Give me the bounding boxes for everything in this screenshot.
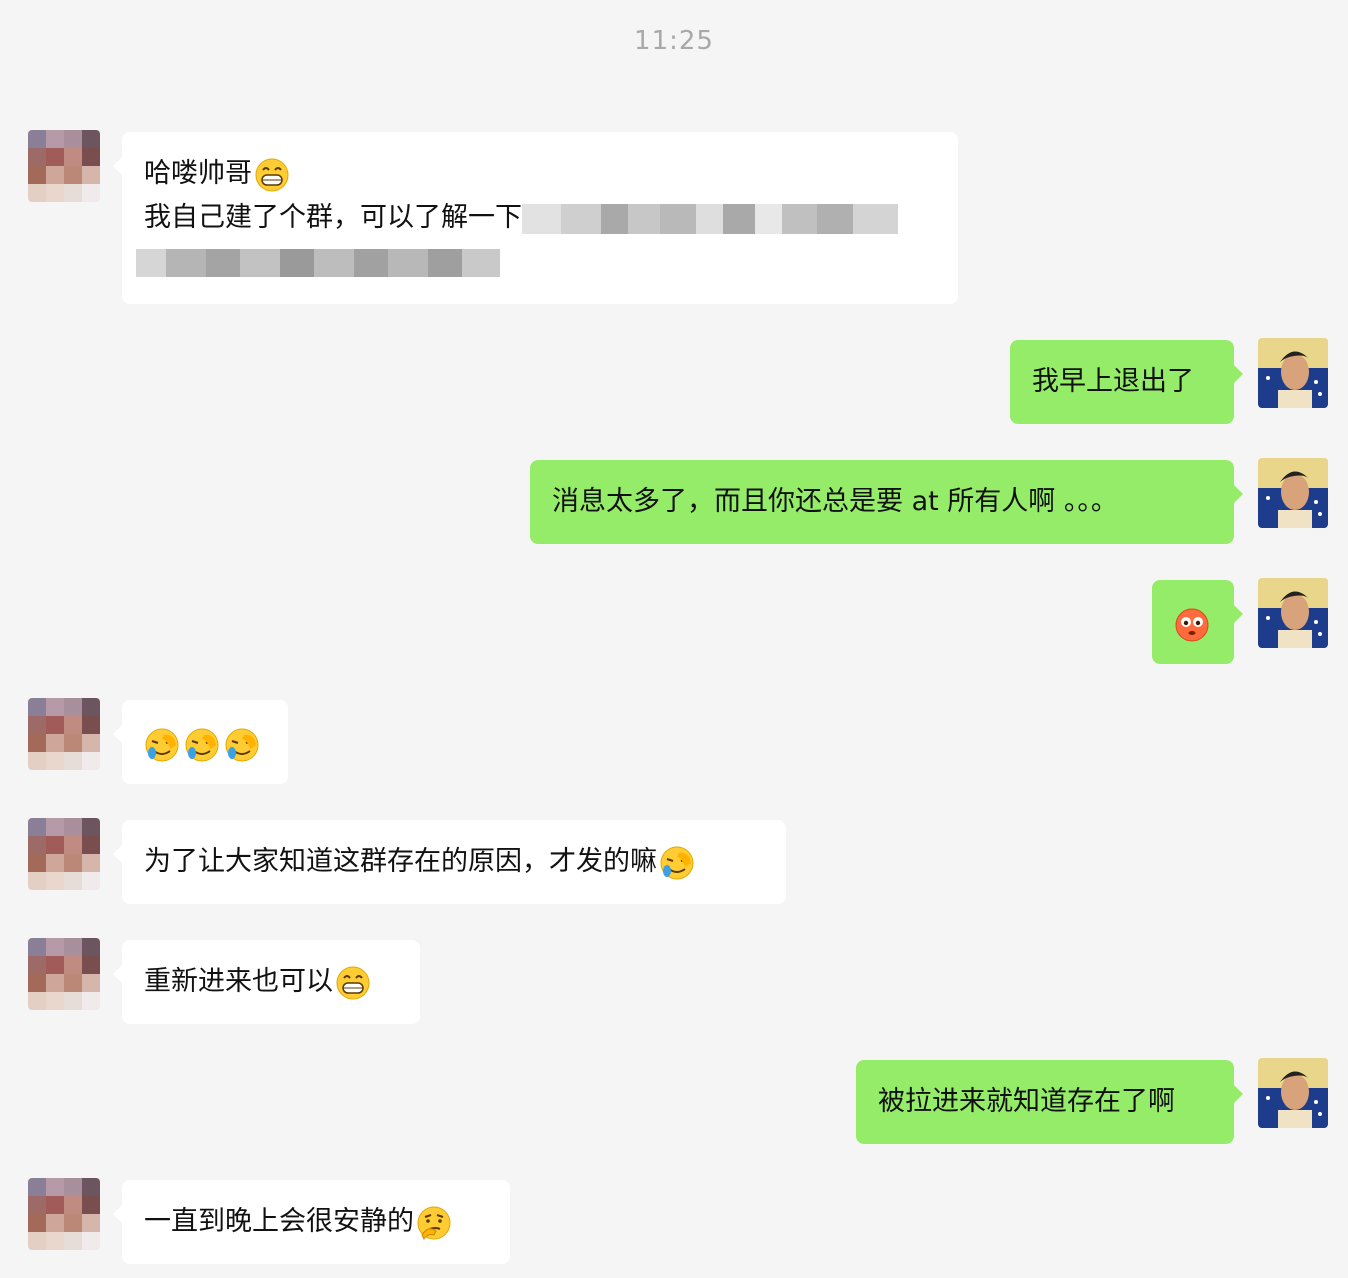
message-bubble[interactable] <box>1152 580 1243 664</box>
message-text: 一直到晚上会很安静的 <box>144 1206 414 1237</box>
my-avatar[interactable] <box>1258 1058 1328 1128</box>
message-text: 重新进来也可以 <box>144 966 333 997</box>
message-text: 我自己建了个群，可以了解一下 <box>144 202 522 233</box>
message-bubble[interactable]: 重新进来也可以 <box>113 940 420 1024</box>
message-bubble[interactable]: 哈喽帅哥 我自己建了个群，可以了解一下 <box>113 132 958 304</box>
facepalm-icon <box>224 727 260 763</box>
grin-icon <box>335 965 371 1001</box>
redacted-text <box>136 248 500 277</box>
contact-avatar[interactable] <box>28 818 100 890</box>
message-bubble[interactable] <box>113 700 288 784</box>
message-bubble[interactable]: 消息太多了，而且你还总是要 at 所有人啊 。。。 <box>530 460 1243 544</box>
message-bubble[interactable]: 为了让大家知道这群存在的原因，才发的嘛 <box>113 820 786 904</box>
message-text: 我早上退出了 <box>1032 366 1194 397</box>
contact-avatar[interactable] <box>28 130 100 202</box>
facepalm-icon <box>144 727 180 763</box>
facepalm-icon <box>184 727 220 763</box>
message-text: 为了让大家知道这群存在的原因，才发的嘛 <box>144 846 657 877</box>
message-text: 消息太多了，而且你还总是要 at 所有人啊 。。。 <box>552 486 1118 517</box>
message-bubble[interactable]: 被拉进来就知道存在了啊 <box>856 1060 1243 1144</box>
my-avatar[interactable] <box>1258 578 1328 648</box>
redacted-text <box>522 203 899 234</box>
message-text: 被拉进来就知道存在了啊 <box>878 1086 1175 1117</box>
timestamp: 11:25 <box>634 26 714 56</box>
thinking-icon <box>416 1205 452 1241</box>
my-avatar[interactable] <box>1258 458 1328 528</box>
my-avatar[interactable] <box>1258 338 1328 408</box>
contact-avatar[interactable] <box>28 938 100 1010</box>
message-bubble[interactable]: 我早上退出了 <box>1010 340 1243 424</box>
grin-icon <box>254 157 290 193</box>
contact-avatar[interactable] <box>28 698 100 770</box>
message-bubble[interactable]: 一直到晚上会很安静的 <box>113 1180 510 1264</box>
flushed-icon <box>1174 607 1210 643</box>
message-text: 哈喽帅哥 <box>144 158 252 189</box>
facepalm-icon <box>659 845 695 881</box>
contact-avatar[interactable] <box>28 1178 100 1250</box>
